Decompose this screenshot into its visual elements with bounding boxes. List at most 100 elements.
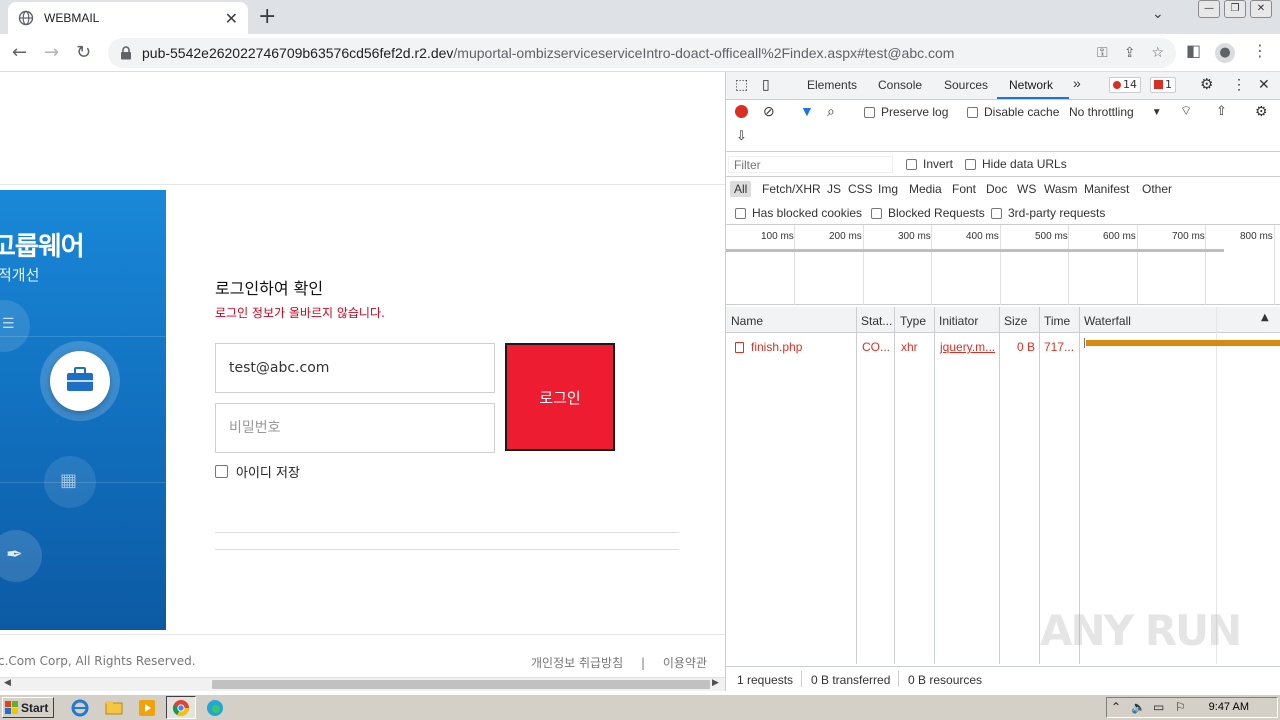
column-header-status[interactable]: Stat...	[861, 314, 892, 328]
bookmark-star-icon[interactable]: ☆	[1151, 45, 1164, 61]
new-tab-icon[interactable]: +	[258, 4, 276, 29]
reload-icon[interactable]: ↻	[76, 42, 91, 63]
menu-kebab-icon[interactable]: ⋮	[1252, 41, 1268, 60]
tab-network[interactable]: Network	[1009, 78, 1053, 92]
timeline-overview[interactable]: 100 ms 200 ms 300 ms 400 ms 500 ms 600 m…	[726, 225, 1280, 305]
horizontal-scrollbar[interactable]: ◀ ▶	[0, 677, 725, 691]
column-header-waterfall[interactable]: Waterfall	[1084, 314, 1131, 328]
inspect-element-icon[interactable]: ⬚	[735, 76, 748, 93]
media-player-icon[interactable]	[137, 698, 157, 718]
invert-option[interactable]: Invert	[906, 157, 953, 171]
blocked-requests-checkbox[interactable]	[871, 207, 882, 219]
scroll-right-icon[interactable]: ▶	[712, 678, 719, 688]
has-blocked-cookies-checkbox[interactable]	[735, 207, 746, 219]
password-field[interactable]	[215, 403, 495, 453]
sort-ascending-icon[interactable]: ▲	[1261, 312, 1269, 323]
issue-count-badge[interactable]: 1	[1150, 77, 1176, 93]
has-blocked-cookies-option[interactable]: Has blocked cookies	[735, 206, 862, 220]
scroll-left-icon[interactable]: ◀	[4, 678, 11, 688]
minimize-icon[interactable]: —	[1198, 0, 1220, 18]
column-header-type[interactable]: Type	[900, 314, 926, 328]
timeline-label: 700 ms	[1172, 231, 1205, 242]
type-filter-media[interactable]: Media	[909, 182, 942, 196]
more-tabs-icon[interactable]: »	[1073, 75, 1081, 91]
throttling-select[interactable]: No throttling ▼	[1069, 105, 1162, 119]
request-initiator-link[interactable]: jquery.m...	[940, 340, 995, 354]
invert-checkbox[interactable]	[906, 158, 917, 170]
window-close-icon[interactable]: ✕	[1250, 0, 1272, 18]
devtools-menu-icon[interactable]: ⋮	[1232, 76, 1246, 93]
filter-funnel-icon[interactable]: ▼	[800, 103, 814, 119]
network-icon[interactable]: ▭	[1153, 700, 1164, 714]
column-header-name[interactable]: Name	[731, 314, 763, 328]
scrollbar-thumb[interactable]	[212, 680, 710, 689]
disable-cache-checkbox[interactable]	[967, 106, 978, 118]
email-field[interactable]	[215, 343, 495, 393]
type-filter-fetch-xhr[interactable]: Fetch/XHR	[762, 182, 821, 196]
import-har-icon[interactable]: ⇧	[1216, 103, 1227, 119]
tab-sources[interactable]: Sources	[944, 78, 988, 92]
error-count-badge[interactable]: 14	[1109, 77, 1141, 93]
hide-data-urls-checkbox[interactable]	[965, 158, 976, 170]
profile-avatar-icon[interactable]: ●	[1215, 43, 1235, 63]
chrome-icon	[172, 700, 190, 717]
type-filter-font[interactable]: Font	[952, 182, 976, 196]
privacy-policy-link[interactable]: 개인정보 취급방침	[531, 656, 623, 670]
column-header-initiator[interactable]: Initiator	[939, 314, 978, 328]
device-toolbar-icon[interactable]: ▯	[762, 76, 770, 93]
network-settings-icon[interactable]: ⚙	[1255, 103, 1268, 120]
terms-link[interactable]: 이용약관	[663, 656, 707, 670]
tab-console[interactable]: Console	[878, 78, 922, 92]
volume-icon[interactable]: 🔈	[1131, 700, 1146, 714]
filter-input[interactable]	[728, 156, 893, 173]
edge-icon[interactable]	[205, 698, 225, 718]
type-filter-doc[interactable]: Doc	[986, 182, 1007, 196]
type-filter-all[interactable]: All	[730, 181, 752, 197]
search-icon[interactable]: ⌕	[827, 103, 835, 120]
start-button[interactable]: Start	[2, 697, 54, 718]
tab-elements[interactable]: Elements	[807, 78, 857, 92]
settings-gear-icon[interactable]: ⚙	[1200, 75, 1213, 93]
clear-icon[interactable]: ⊘	[763, 103, 775, 120]
share-icon[interactable]: ⇪	[1124, 45, 1136, 61]
back-icon[interactable]: ←	[12, 42, 27, 63]
restore-icon[interactable]: ❐	[1224, 0, 1246, 18]
devtools-close-icon[interactable]: ✕	[1258, 76, 1270, 93]
address-bar[interactable]: pub-5542e262022746709b63576cd56fef2d.r2.…	[108, 38, 1176, 68]
type-filter-css[interactable]: CSS	[848, 182, 873, 196]
remember-id[interactable]: 아이디 저장	[215, 462, 300, 481]
preserve-log-option[interactable]: Preserve log	[864, 105, 948, 119]
column-header-size[interactable]: Size	[1004, 314, 1027, 328]
disable-cache-option[interactable]: Disable cache	[967, 105, 1059, 119]
file-explorer-icon[interactable]	[104, 698, 124, 718]
login-button[interactable]: 로그인	[505, 343, 615, 451]
blocked-requests-option[interactable]: Blocked Requests	[871, 206, 985, 220]
third-party-option[interactable]: 3rd-party requests	[991, 206, 1105, 220]
type-filter-other[interactable]: Other	[1142, 182, 1172, 196]
type-filter-js[interactable]: JS	[827, 182, 841, 196]
type-filter-img[interactable]: Img	[878, 182, 898, 196]
tray-expand-icon[interactable]: ⌃	[1111, 700, 1121, 714]
tab-webmail[interactable]: WEBMAIL ✕	[8, 2, 248, 34]
third-party-checkbox[interactable]	[991, 207, 1002, 219]
taskbar-chrome-button[interactable]	[166, 696, 196, 719]
tab-close-icon[interactable]: ✕	[225, 9, 238, 28]
type-filter-wasm[interactable]: Wasm	[1044, 182, 1078, 196]
side-panel-icon[interactable]: ◧	[1186, 41, 1201, 60]
key-icon[interactable]: ⚿	[1097, 45, 1108, 61]
request-name-cell[interactable]: finish.php	[735, 340, 802, 354]
column-header-time[interactable]: Time	[1044, 314, 1070, 328]
remember-id-checkbox[interactable]	[215, 465, 228, 478]
network-conditions-icon[interactable]: ⌔	[1180, 103, 1192, 119]
type-filter-manifest[interactable]: Manifest	[1084, 182, 1129, 196]
request-type: xhr	[901, 340, 918, 354]
type-filter-ws[interactable]: WS	[1017, 182, 1036, 196]
tab-search-chevron-icon[interactable]: ⌄	[1152, 6, 1164, 22]
internet-explorer-icon[interactable]	[70, 698, 90, 718]
action-center-flag-icon[interactable]: ⚐	[1175, 700, 1186, 714]
forward-icon[interactable]: →	[44, 42, 59, 63]
preserve-log-checkbox[interactable]	[864, 106, 875, 118]
export-har-icon[interactable]: ⇩	[736, 128, 747, 144]
hide-data-urls-option[interactable]: Hide data URLs	[965, 157, 1067, 171]
record-icon[interactable]	[735, 105, 748, 118]
